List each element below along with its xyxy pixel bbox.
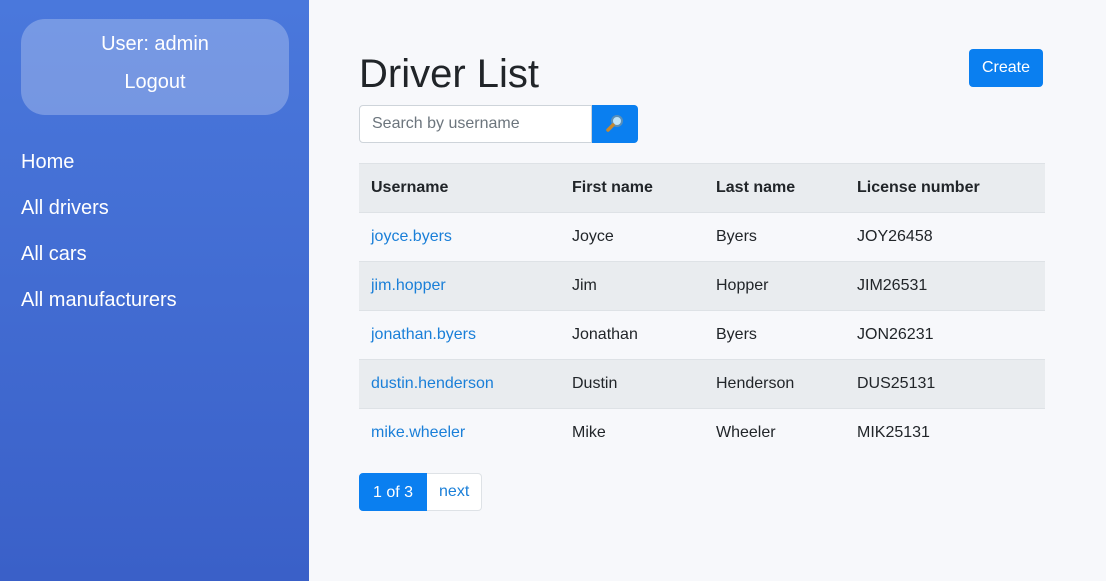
driver-first-name: Dustin bbox=[560, 359, 704, 409]
driver-first-name: Joyce bbox=[560, 212, 704, 262]
table-row: jim.hopper Jim Hopper JIM26531 bbox=[359, 261, 1045, 311]
driver-last-name: Hopper bbox=[704, 261, 845, 311]
table-row: joyce.byers Joyce Byers JOY26458 bbox=[359, 212, 1045, 262]
sidebar-item-all-drivers[interactable]: All drivers bbox=[21, 194, 177, 240]
driver-license-number: MIK25131 bbox=[845, 408, 1045, 458]
create-button[interactable]: Create bbox=[969, 49, 1043, 87]
driver-first-name: Mike bbox=[560, 408, 704, 458]
next-page-link[interactable]: next bbox=[427, 473, 483, 511]
driver-license-number: JIM26531 bbox=[845, 261, 1045, 311]
sidebar-item-home[interactable]: Home bbox=[21, 148, 177, 194]
driver-license-number: JON26231 bbox=[845, 310, 1045, 360]
logout-link[interactable]: Logout bbox=[21, 71, 289, 94]
driver-first-name: Jonathan bbox=[560, 310, 704, 360]
driver-last-name: Byers bbox=[704, 310, 845, 360]
column-header-username: Username bbox=[359, 163, 560, 213]
table-header-row: Username First name Last name License nu… bbox=[359, 163, 1045, 213]
page-title: Driver List bbox=[359, 52, 540, 96]
search-button[interactable] bbox=[592, 105, 638, 143]
table-row: mike.wheeler Mike Wheeler MIK25131 bbox=[359, 408, 1045, 458]
table-row: jonathan.byers Jonathan Byers JON26231 bbox=[359, 310, 1045, 360]
column-header-last-name: Last name bbox=[704, 163, 845, 213]
driver-username-link[interactable]: jonathan.byers bbox=[371, 326, 476, 343]
driver-username-link[interactable]: dustin.henderson bbox=[371, 375, 494, 392]
driver-first-name: Jim bbox=[560, 261, 704, 311]
pagination: 1 of 3 next bbox=[359, 473, 483, 511]
user-panel: User: admin Logout bbox=[21, 19, 289, 115]
driver-username-link[interactable]: jim.hopper bbox=[371, 277, 446, 294]
current-user-label: User: admin bbox=[101, 33, 209, 55]
magnifier-icon bbox=[605, 113, 625, 136]
sidebar-item-all-manufacturers[interactable]: All manufacturers bbox=[21, 286, 177, 332]
driver-license-number: DUS25131 bbox=[845, 359, 1045, 409]
driver-username-link[interactable]: mike.wheeler bbox=[371, 424, 465, 441]
column-header-license-number: License number bbox=[845, 163, 1045, 213]
search-input[interactable] bbox=[359, 105, 592, 143]
sidebar-item-all-cars[interactable]: All cars bbox=[21, 240, 177, 286]
drivers-table: Username First name Last name License nu… bbox=[359, 163, 1045, 458]
driver-license-number: JOY26458 bbox=[845, 212, 1045, 262]
driver-username-link[interactable]: joyce.byers bbox=[371, 228, 452, 245]
table-row: dustin.henderson Dustin Henderson DUS251… bbox=[359, 359, 1045, 409]
page-indicator: 1 of 3 bbox=[359, 473, 428, 511]
sidebar-nav: Home All drivers All cars All manufactur… bbox=[21, 148, 177, 332]
driver-last-name: Byers bbox=[704, 212, 845, 262]
driver-last-name: Henderson bbox=[704, 359, 845, 409]
sidebar: User: admin Logout Home All drivers All … bbox=[0, 0, 309, 581]
column-header-first-name: First name bbox=[560, 163, 704, 213]
driver-last-name: Wheeler bbox=[704, 408, 845, 458]
